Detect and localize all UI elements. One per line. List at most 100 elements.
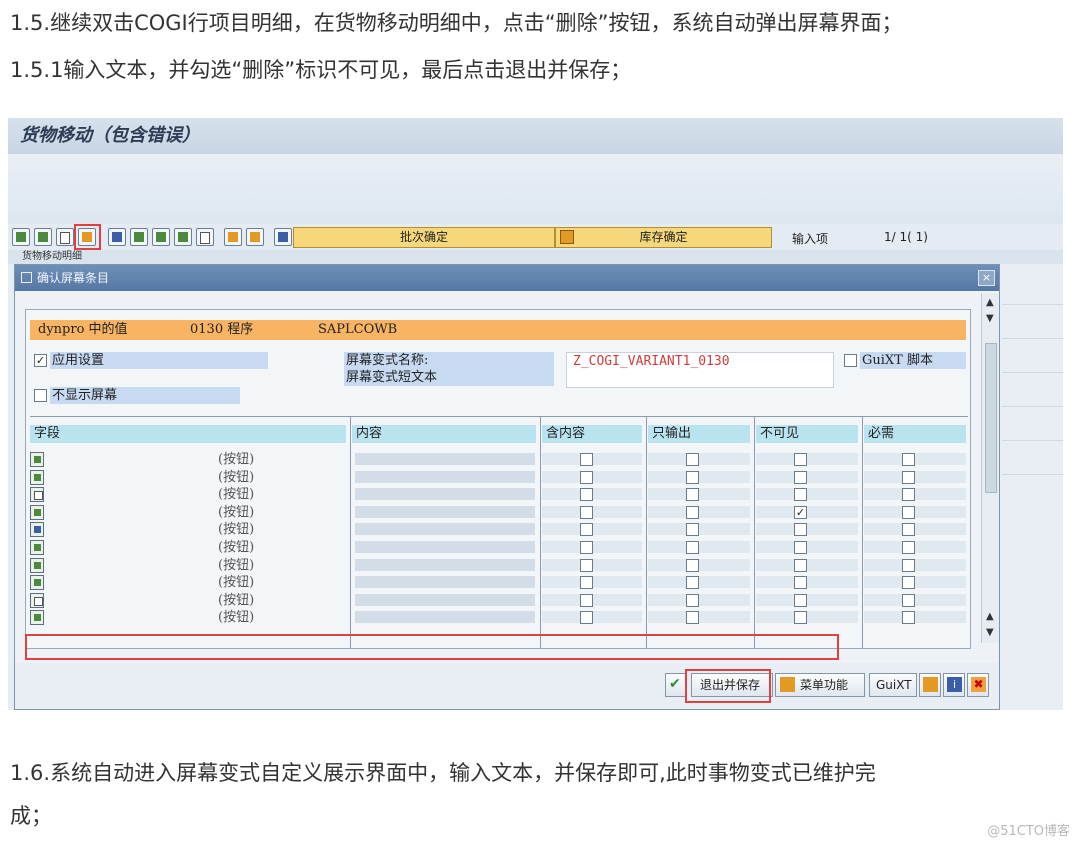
field-row[interactable]: (按钮)	[30, 451, 968, 468]
info-button[interactable]: i	[943, 673, 965, 697]
has-content-checkbox[interactable]	[580, 453, 593, 466]
binoculars-icon[interactable]	[108, 228, 126, 246]
required-checkbox[interactable]	[902, 593, 915, 607]
has-content-checkbox[interactable]	[580, 523, 593, 537]
settings-button[interactable]	[919, 673, 941, 697]
filter-icon[interactable]	[174, 228, 192, 246]
apply-settings-checkbox[interactable]: ✓	[34, 354, 47, 367]
output-only-checkbox[interactable]	[686, 523, 699, 537]
details-icon[interactable]	[12, 228, 30, 246]
cancel-icon: ✖	[971, 677, 986, 692]
cancel-button[interactable]: ✖	[967, 673, 989, 697]
required-checkbox[interactable]	[902, 453, 915, 466]
variant-name-value: Z_COGI_VARIANT1_0130	[573, 354, 730, 369]
output-only-checkbox[interactable]	[686, 470, 699, 484]
scroll-thumb[interactable]	[985, 343, 997, 493]
has-content-checkbox[interactable]	[580, 488, 593, 502]
dialog-icon	[21, 272, 32, 283]
scroll-up-icon[interactable]: ▲	[986, 297, 994, 308]
field-row[interactable]: (按钮) ✓	[30, 504, 968, 521]
content-cell	[355, 576, 535, 589]
page-icon[interactable]	[196, 228, 214, 246]
required-checkbox[interactable]	[902, 470, 915, 484]
invisible-checkbox[interactable]	[794, 576, 807, 590]
invisible-checkbox[interactable]	[794, 470, 807, 484]
output-only-checkbox[interactable]	[686, 505, 699, 519]
confirm-button[interactable]: ✔	[665, 673, 687, 697]
col-header-output-only: 只输出	[648, 425, 750, 443]
required-checkbox[interactable]	[902, 558, 915, 572]
sort-desc-icon[interactable]	[152, 228, 170, 246]
required-checkbox[interactable]	[902, 488, 915, 502]
invisible-checkbox[interactable]	[794, 453, 807, 466]
has-content-checkbox[interactable]	[580, 470, 593, 484]
cell-background	[648, 488, 750, 501]
guixt-button[interactable]: GuiXT	[869, 673, 917, 697]
warning-icon[interactable]	[246, 228, 264, 246]
output-only-checkbox[interactable]	[686, 488, 699, 502]
output-only-checkbox[interactable]	[686, 576, 699, 590]
required-checkbox[interactable]	[902, 611, 915, 625]
watermark: @51CTO博客	[987, 824, 1070, 839]
hide-screen-checkbox[interactable]	[34, 389, 47, 402]
doc-icon[interactable]	[56, 228, 74, 246]
has-content-checkbox[interactable]	[580, 611, 593, 625]
content-cell	[355, 453, 535, 465]
invisible-checkbox[interactable]	[794, 523, 807, 537]
output-only-checkbox[interactable]	[686, 541, 699, 554]
scroll-down-icon[interactable]: ▼	[986, 313, 994, 324]
content-cell	[355, 470, 535, 483]
has-content-checkbox[interactable]	[580, 541, 593, 554]
required-checkbox[interactable]	[902, 541, 915, 554]
stock-determination-button[interactable]: 库存确定	[555, 227, 772, 248]
pencil-icon	[780, 677, 795, 692]
field-row[interactable]: (按钮)	[30, 486, 968, 503]
guixt-label: GuiXT	[876, 678, 912, 692]
cell-background	[756, 488, 858, 501]
variant-name-input[interactable]: Z_COGI_VARIANT1_0130	[566, 352, 834, 388]
field-row[interactable]: (按钮)	[30, 592, 968, 609]
hierarchy-icon[interactable]	[224, 228, 242, 246]
required-checkbox[interactable]	[902, 505, 915, 519]
people-icon[interactable]	[274, 228, 292, 246]
invisible-checkbox[interactable]	[794, 593, 807, 607]
output-only-checkbox[interactable]	[686, 593, 699, 607]
required-checkbox[interactable]	[902, 576, 915, 590]
field-row[interactable]: (按钮)	[30, 469, 968, 486]
content-cell	[355, 541, 535, 553]
cell-background	[864, 453, 966, 465]
field-row[interactable]: (按钮)	[30, 521, 968, 538]
close-icon[interactable]: ×	[978, 270, 995, 286]
details-next-icon[interactable]	[34, 228, 52, 246]
field-row[interactable]: (按钮)	[30, 557, 968, 574]
batch-determination-button[interactable]: 批次确定	[293, 227, 555, 248]
menu-function-button[interactable]: 菜单功能	[775, 673, 865, 697]
has-content-checkbox[interactable]	[580, 576, 593, 590]
dialog-scrollbar[interactable]: ▲ ▼ ▲ ▼	[981, 293, 999, 643]
field-grid: 字段 内容 含内容 只输出 不可见 必需 (按钮) (按钮) (按钮) (按钮) ✓ (按…	[30, 416, 968, 649]
required-checkbox[interactable]	[902, 523, 915, 537]
field-row[interactable]: (按钮)	[30, 574, 968, 591]
output-only-checkbox[interactable]	[686, 611, 699, 625]
col-header-content: 内容	[352, 425, 536, 443]
field-row[interactable]: (按钮)	[30, 539, 968, 556]
scroll-up-bottom-icon[interactable]: ▲	[986, 611, 994, 622]
has-content-checkbox[interactable]	[580, 593, 593, 607]
scroll-down-bottom-icon[interactable]: ▼	[986, 627, 994, 638]
output-only-checkbox[interactable]	[686, 558, 699, 572]
has-content-checkbox[interactable]	[580, 558, 593, 572]
invisible-checkbox[interactable]	[794, 558, 807, 572]
field-row[interactable]: (按钮)	[30, 609, 968, 626]
guixt-script-checkbox[interactable]	[844, 354, 857, 367]
cell-background	[648, 558, 750, 571]
invisible-checkbox[interactable]: ✓	[794, 505, 807, 519]
apply-settings-label: 应用设置	[50, 352, 268, 369]
output-only-checkbox[interactable]	[686, 453, 699, 466]
sort-asc-icon[interactable]	[130, 228, 148, 246]
goods-movement-details-title: 货物移动明细	[8, 250, 1063, 264]
has-content-checkbox[interactable]	[580, 505, 593, 519]
invisible-checkbox[interactable]	[794, 611, 807, 625]
invisible-checkbox[interactable]	[794, 488, 807, 502]
highlight-delete-button	[74, 224, 101, 250]
invisible-checkbox[interactable]	[794, 541, 807, 554]
